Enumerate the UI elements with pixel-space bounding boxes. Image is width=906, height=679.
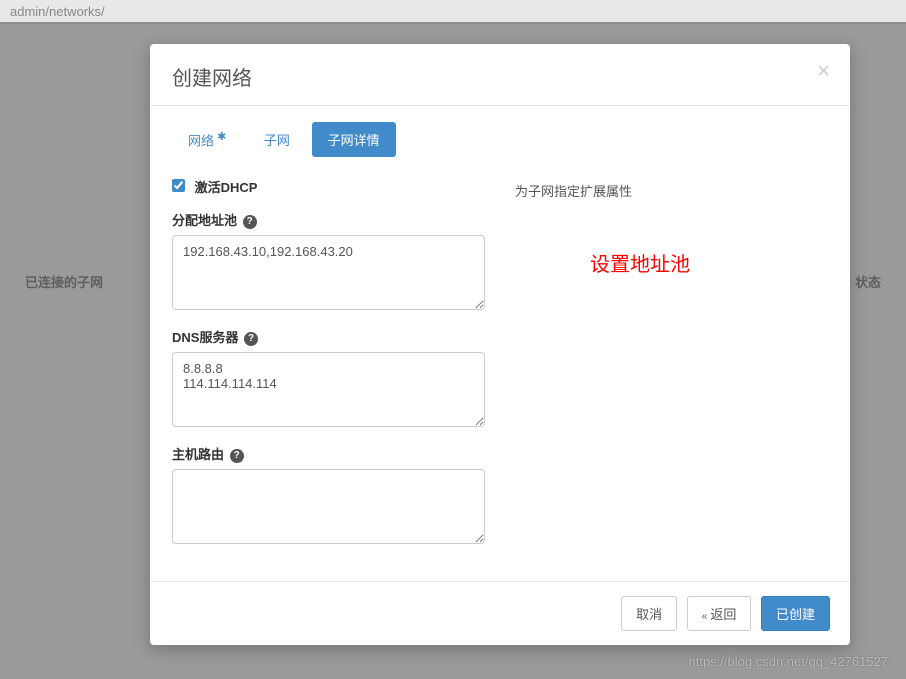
allocation-pool-label: 分配地址池 [172,213,237,228]
watermark: https://blog.csdn.net/qq_42761527 [689,654,889,669]
dns-label-row: DNS服务器 ? [172,327,485,346]
close-icon[interactable]: × [817,60,830,82]
submit-button[interactable]: 已创建 [761,596,830,631]
back-button-label: 返回 [710,607,736,622]
tab-network[interactable]: 网络 ✱ [172,122,242,157]
annotation-text: 设置地址池 [590,248,690,277]
dhcp-checkbox-row: 激活DHCP [172,173,485,196]
dns-label: DNS服务器 [172,330,238,345]
allocation-pool-label-row: 分配地址池 ? [172,210,485,229]
dns-servers-group: DNS服务器 ? [172,327,485,430]
help-icon[interactable]: ? [230,449,244,463]
form-left-column: 激活DHCP 分配地址池 ? DNS服务器 ? [172,173,485,561]
help-icon[interactable]: ? [244,332,258,346]
modal-header: 创建网络 × [150,44,850,106]
tab-network-label: 网络 [188,133,214,148]
back-button[interactable]: «返回 [687,596,752,631]
breadcrumb-bar: admin/networks/ [0,0,906,24]
host-routes-input[interactable] [172,469,485,544]
modal-title: 创建网络 [172,62,828,91]
tab-subnet[interactable]: 子网 [248,122,306,157]
breadcrumb-text: admin/networks/ [10,4,105,19]
allocation-pool-group: 分配地址池 ? [172,210,485,313]
dhcp-label-wrapper[interactable]: 激活DHCP [172,180,257,195]
modal-body: 网络 ✱ 子网 子网详情 激活DHCP 分配地址池 [150,106,850,581]
modal-footer: 取消 «返回 已创建 [150,581,850,645]
dns-servers-input[interactable] [172,352,485,427]
required-icon: ✱ [214,131,226,143]
dhcp-label: 激活DHCP [195,180,258,195]
create-network-modal: 创建网络 × 网络 ✱ 子网 子网详情 激活DHCP [150,44,850,645]
help-description: 为子网指定扩展属性 [515,181,828,200]
arrow-left-icon: « [702,611,708,622]
allocation-pool-input[interactable] [172,235,485,310]
dhcp-checkbox[interactable] [172,179,185,192]
help-icon[interactable]: ? [243,215,257,229]
cancel-button[interactable]: 取消 [621,596,677,631]
host-routes-group: 主机路由 ? [172,444,485,547]
host-routes-label-row: 主机路由 ? [172,444,485,463]
tab-list: 网络 ✱ 子网 子网详情 [172,122,828,157]
form-right-column: 为子网指定扩展属性 [515,173,828,561]
host-routes-label: 主机路由 [172,447,224,462]
tab-subnet-detail[interactable]: 子网详情 [312,122,396,157]
